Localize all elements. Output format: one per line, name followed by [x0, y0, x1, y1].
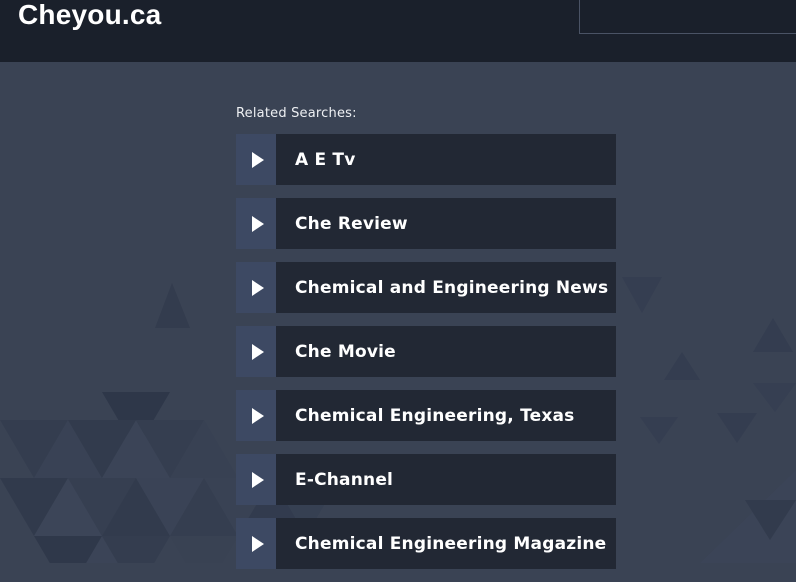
page: { "header": { "brand": "Cheyou.ca", "sea… — [0, 0, 796, 563]
play-icon — [236, 454, 276, 505]
related-searches-list: A E Tv Che Review Chemical and Engineeri… — [236, 134, 616, 582]
related-search-link[interactable]: Chemical Engineering, Texas — [236, 390, 616, 441]
related-search-label: Che Review — [276, 198, 408, 249]
related-search-label: Chemical and Engineering News — [276, 262, 608, 313]
search-box[interactable] — [579, 0, 796, 34]
header: Cheyou.ca — [0, 0, 796, 62]
play-icon — [236, 326, 276, 377]
related-searches-label: Related Searches: — [236, 106, 357, 121]
related-search-link[interactable]: Chemical Engineering Magazine — [236, 518, 616, 569]
main-content: Related Searches: A E Tv Che Review Chem… — [0, 62, 796, 563]
play-icon — [236, 134, 276, 185]
play-icon — [236, 262, 276, 313]
related-search-link[interactable]: E-Channel — [236, 454, 616, 505]
related-search-link[interactable]: A E Tv — [236, 134, 616, 185]
related-search-label: Che Movie — [276, 326, 396, 377]
related-search-label: Chemical Engineering, Texas — [276, 390, 575, 441]
play-icon — [236, 198, 276, 249]
related-search-label: Chemical Engineering Magazine — [276, 518, 606, 569]
play-icon — [236, 518, 276, 569]
play-icon — [236, 390, 276, 441]
related-search-label: E-Channel — [276, 454, 393, 505]
related-search-link[interactable]: Chemical and Engineering News — [236, 262, 616, 313]
search-input[interactable] — [580, 0, 796, 33]
brand-logo[interactable]: Cheyou.ca — [18, 0, 161, 33]
related-search-link[interactable]: Che Review — [236, 198, 616, 249]
related-search-label: A E Tv — [276, 134, 355, 185]
related-search-link[interactable]: Che Movie — [236, 326, 616, 377]
